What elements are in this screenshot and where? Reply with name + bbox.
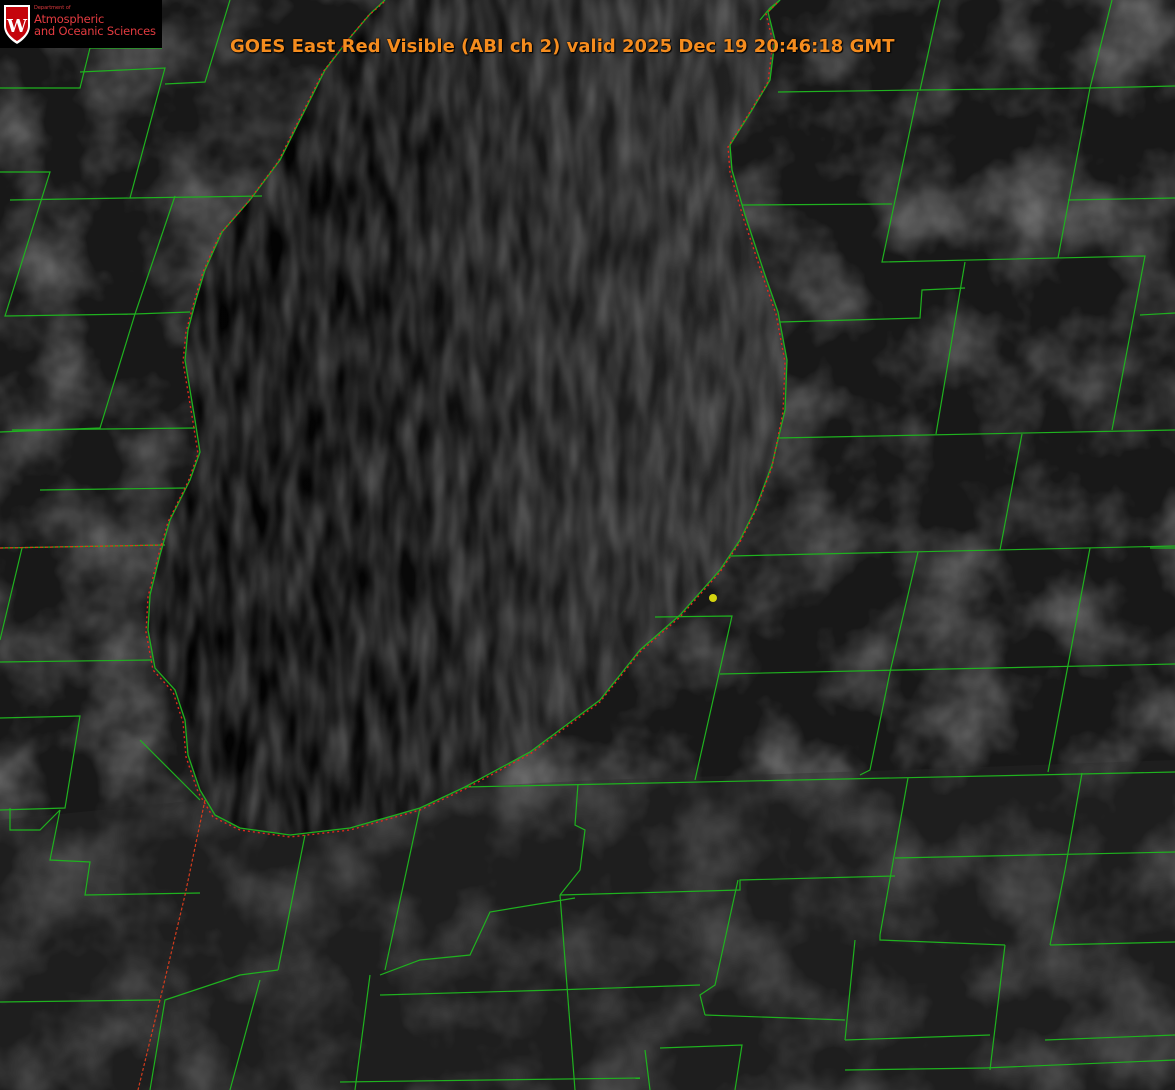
uw-crest-icon: W xyxy=(4,5,30,44)
logo-line-2: and Oceanic Sciences xyxy=(34,24,156,38)
station-marker[interactable] xyxy=(709,594,717,602)
svg-text:W: W xyxy=(6,16,28,37)
logo-department: Department of xyxy=(34,5,71,11)
aos-logo: W Department of Atmospheric and Oceanic … xyxy=(0,0,162,48)
image-title: GOES East Red Visible (ABI ch 2) valid 2… xyxy=(230,36,895,57)
satellite-map[interactable] xyxy=(0,0,1175,1090)
cloud-band xyxy=(0,760,1175,1090)
